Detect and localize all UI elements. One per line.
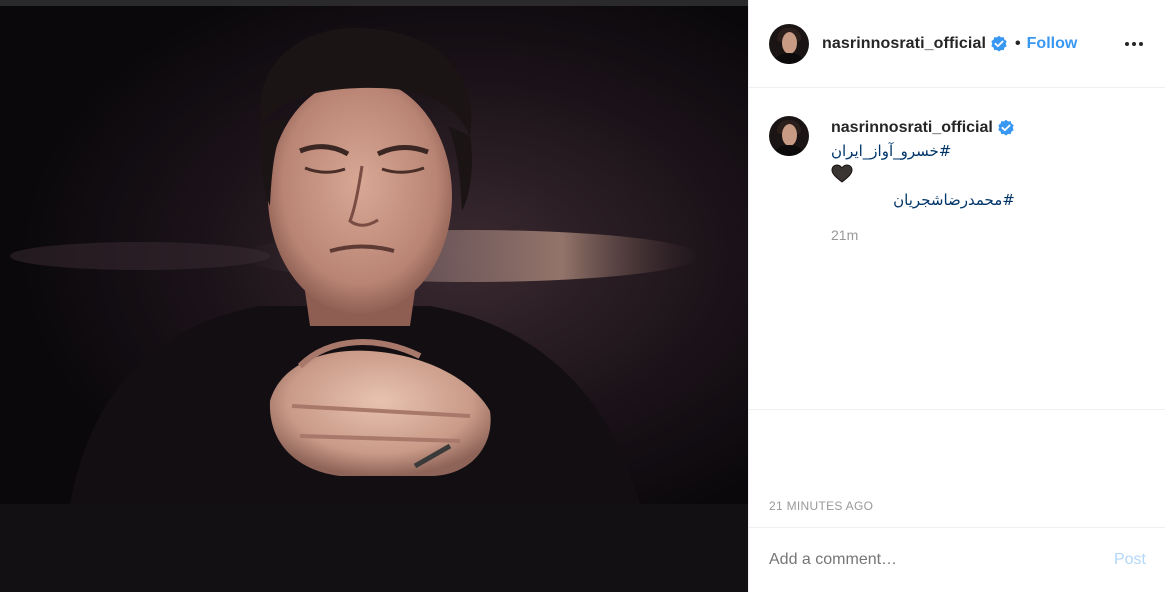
verified-badge-icon bbox=[991, 35, 1007, 52]
post-photo bbox=[0, 6, 748, 504]
black-heart-emoji bbox=[831, 164, 853, 183]
comments-divider bbox=[749, 409, 1165, 410]
caption-text: nasrinnosrati_official #خسرو_آواز_ایران … bbox=[831, 116, 1015, 243]
header-avatar[interactable] bbox=[769, 23, 809, 64]
caption-username-row: nasrinnosrati_official bbox=[831, 116, 1015, 140]
verified-badge-icon bbox=[998, 119, 1014, 136]
more-options-icon[interactable] bbox=[1122, 32, 1146, 56]
post-view: nasrinnosrati_official • Follow nasrinno… bbox=[0, 0, 1165, 592]
hashtag-link[interactable]: #خسرو_آواز_ایران bbox=[831, 140, 1015, 162]
caption-time: 21m bbox=[831, 227, 859, 243]
post-timestamp: 21 MINUTES AGO bbox=[769, 499, 874, 513]
comment-input[interactable] bbox=[769, 551, 1114, 569]
caption-username[interactable]: nasrinnosrati_official bbox=[831, 119, 993, 137]
header-separator: • bbox=[1015, 34, 1021, 52]
post-caption: nasrinnosrati_official #خسرو_آواز_ایران … bbox=[769, 116, 1149, 243]
caption-avatar[interactable] bbox=[769, 116, 809, 156]
header-username[interactable]: nasrinnosrati_official bbox=[822, 35, 986, 53]
post-side-panel: nasrinnosrati_official • Follow nasrinno… bbox=[748, 0, 1165, 592]
follow-button[interactable]: Follow bbox=[1027, 35, 1078, 53]
post-header: nasrinnosrati_official • Follow bbox=[749, 0, 1165, 88]
media-lower-band bbox=[0, 504, 748, 592]
hashtag-link[interactable]: #محمدرضاشجریان bbox=[831, 189, 1015, 211]
comment-bar: Post bbox=[749, 527, 1165, 592]
post-comment-button[interactable]: Post bbox=[1114, 551, 1146, 569]
post-media[interactable] bbox=[0, 0, 748, 592]
